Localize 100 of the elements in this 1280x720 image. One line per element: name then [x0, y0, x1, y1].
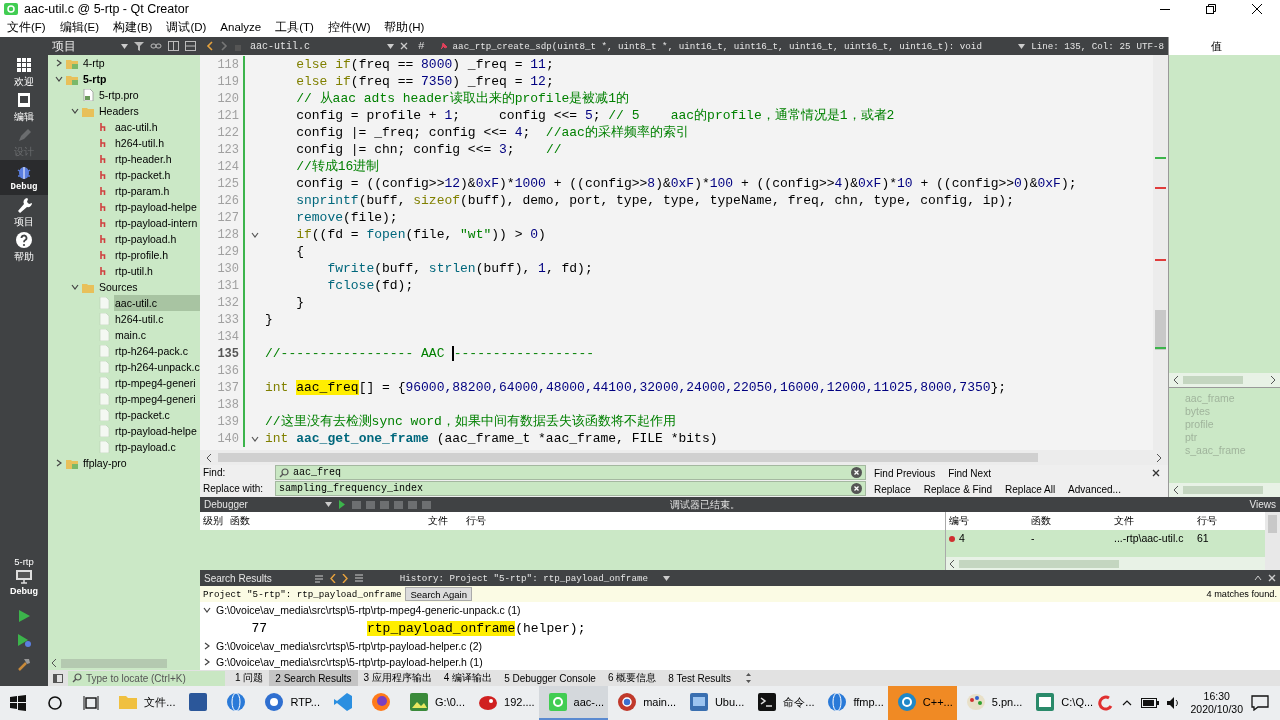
vertical-scrollbar[interactable]	[1153, 55, 1168, 450]
replace-button[interactable]: Replace & Find	[923, 483, 993, 495]
tray-app-icon[interactable]	[1096, 695, 1113, 711]
tree-item[interactable]: h264-util.h	[114, 135, 200, 151]
menu-item[interactable]: 文件(F)	[0, 18, 53, 37]
taskbar-app[interactable]: C++...	[887, 686, 957, 720]
replace-button[interactable]: Replace	[874, 483, 911, 495]
battery-icon[interactable]	[1141, 698, 1160, 708]
arrow-right-icon[interactable]	[341, 573, 348, 583]
tree-item[interactable]: 4-rtp	[82, 55, 200, 71]
tree-item[interactable]: rtp-payload.c	[114, 439, 200, 455]
taskbar-app[interactable]: RTP...	[255, 686, 325, 720]
split-icon[interactable]	[185, 41, 196, 51]
chevron-right-icon[interactable]	[55, 59, 63, 67]
taskbar-app[interactable]: C:\Q...	[1026, 686, 1097, 720]
tree-item[interactable]: Headers	[98, 103, 200, 119]
debugger-selector[interactable]: Debugger	[204, 499, 332, 510]
chevron-down-icon[interactable]	[71, 107, 79, 115]
file-encoding[interactable]: UTF-8	[1136, 40, 1164, 52]
file-selector[interactable]: aac-util.c	[248, 40, 394, 52]
chevron-right-icon[interactable]	[203, 658, 211, 666]
output-tab[interactable]: 2 Search Results	[269, 670, 358, 686]
link-icon[interactable]	[150, 41, 162, 51]
replace-button[interactable]: Replace All	[1005, 483, 1056, 495]
clear-icon[interactable]	[851, 483, 862, 494]
taskbar-app[interactable]: ffmp...	[818, 686, 888, 720]
tree-item[interactable]: rtp-h264-pack.c	[114, 343, 200, 359]
tree-item[interactable]: rtp-mpeg4-generi	[114, 375, 200, 391]
clear-icon[interactable]	[851, 467, 862, 478]
notification-icon[interactable]	[1251, 695, 1270, 711]
collapse-up-icon[interactable]	[1254, 575, 1262, 581]
tree-item[interactable]: rtp-packet.h	[114, 167, 200, 183]
tree-item[interactable]: 5-rtp	[82, 71, 200, 87]
tree-item[interactable]: rtp-payload-helpe	[114, 423, 200, 439]
split-icon[interactable]	[168, 41, 179, 51]
toggle-arrows-icon[interactable]	[744, 673, 752, 683]
mode-button[interactable]: Debug	[0, 160, 48, 195]
taskbar-app[interactable]: 命令...	[748, 686, 819, 720]
tree-item[interactable]: aac-util.h	[114, 119, 200, 135]
menu-item[interactable]: 调试(D)	[159, 18, 214, 37]
chevron-right-icon[interactable]	[55, 459, 63, 467]
history-selector[interactable]: History: Project "5-rtp": rtp_payload_onframe	[399, 572, 670, 584]
taskbar-app[interactable]: aac-...	[538, 686, 609, 720]
mode-button[interactable]: 帮助	[0, 230, 48, 265]
arrow-left-icon[interactable]	[949, 559, 955, 568]
dropdown-caret-icon[interactable]	[1018, 43, 1026, 49]
arrow-right-icon[interactable]	[1156, 453, 1162, 462]
tree-item[interactable]: h264-util.c	[114, 311, 200, 327]
tree-item[interactable]: rtp-payload-intern	[114, 215, 200, 231]
replace-field[interactable]: sampling_frequency_index	[275, 481, 866, 496]
output-tab[interactable]: 8 Test Results	[662, 670, 737, 686]
tree-item[interactable]: aac-util.c	[114, 295, 200, 311]
dropdown-caret-icon[interactable]	[662, 575, 670, 581]
horizontal-scrollbar[interactable]	[1169, 483, 1280, 497]
tree-item[interactable]: 5-rtp.pro	[98, 87, 200, 103]
tree-item[interactable]: Sources	[98, 279, 200, 295]
horizontal-scrollbar[interactable]	[200, 450, 1168, 465]
chevron-down-icon[interactable]	[71, 283, 79, 291]
taskbar-app[interactable]: 192....	[469, 686, 539, 720]
arrow-left-icon[interactable]	[329, 573, 336, 583]
output-tab[interactable]: 4 编译输出	[437, 670, 499, 686]
list-icon[interactable]	[353, 573, 364, 583]
arrow-left-icon[interactable]	[1173, 376, 1179, 384]
tree-item[interactable]: rtp-profile.h	[114, 247, 200, 263]
tree-item[interactable]: rtp-packet.c	[114, 407, 200, 423]
chevron-right-icon[interactable]	[203, 642, 211, 650]
arrow-left-icon[interactable]	[1173, 486, 1179, 494]
find-field[interactable]: aac_freq	[275, 465, 866, 480]
mode-button[interactable]: 编辑	[0, 90, 48, 125]
taskbar-app[interactable]: main...	[608, 686, 680, 720]
chevron-up-icon[interactable]	[1122, 699, 1133, 707]
mode-button[interactable]: 欢迎	[0, 55, 48, 90]
taskbar-app[interactable]: 文件...	[109, 686, 180, 720]
tree-item[interactable]: rtp-payload-helpe	[114, 199, 200, 215]
result-file[interactable]: G:\0voice\av_media\src\rtsp\5-rtp\rtp-mpeg4-generic-unpack.c (1)	[216, 604, 521, 616]
output-tab[interactable]: 6 概要信息	[601, 670, 663, 686]
output-tab[interactable]: 3 应用程序输出	[357, 670, 438, 686]
symbol-selector[interactable]: aac_rtp_create_sdp(uint8_t *, uint8_t *, uint16_t, uint16_t, uint16_t, uint16_t, uint16_t): void	[438, 40, 1026, 52]
tree-item[interactable]: rtp-param.h	[114, 183, 200, 199]
tree-item[interactable]: rtp-payload.h	[114, 231, 200, 247]
close-icon[interactable]	[1152, 469, 1160, 477]
search-again-button[interactable]: Search Again	[405, 587, 472, 601]
output-tab[interactable]: 1 问题	[229, 670, 270, 686]
arrow-left-icon[interactable]	[51, 659, 57, 667]
tree-item[interactable]: ffplay-pro	[82, 455, 200, 471]
mode-button[interactable]: 项目	[0, 195, 48, 230]
horizontal-scrollbar[interactable]	[1169, 373, 1280, 387]
arrow-left-icon[interactable]	[206, 453, 212, 462]
clock[interactable]: 16:30 2020/10/30	[1182, 690, 1252, 716]
output-tab[interactable]: 5 Debugger Console	[498, 670, 602, 686]
arrow-right-icon[interactable]	[1270, 376, 1276, 384]
chevron-down-icon[interactable]	[203, 606, 211, 614]
dropdown-caret-icon[interactable]	[387, 43, 394, 49]
tree-item[interactable]: rtp-mpeg4-generi	[114, 391, 200, 407]
tree-item[interactable]: rtp-h264-unpack.c	[114, 359, 200, 375]
fold-icon[interactable]	[251, 434, 259, 443]
dropdown-caret-icon[interactable]	[325, 502, 332, 507]
find-button[interactable]: Find Next	[948, 467, 991, 479]
replace-button[interactable]: Advanced...	[1068, 483, 1121, 495]
locator-field[interactable]: Type to locate (Ctrl+K)	[68, 670, 225, 686]
